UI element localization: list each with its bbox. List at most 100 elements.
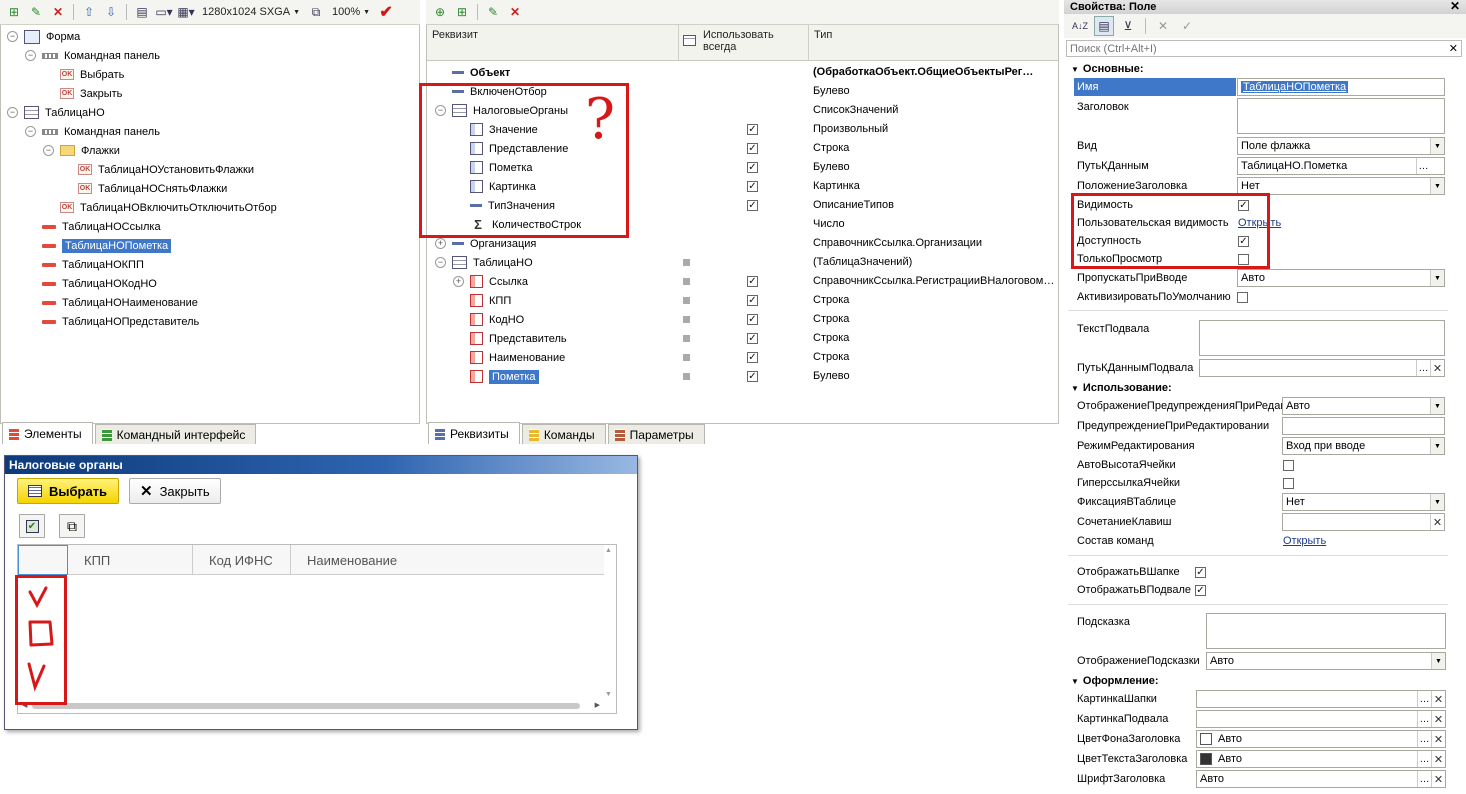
prop-link-commands[interactable]: Открыть — [1283, 535, 1326, 547]
attribute-row[interactable]: Σ КоличествоСтрок — [453, 215, 581, 234]
prop-input-empty[interactable]: … ✕ — [1199, 359, 1445, 377]
more-icon[interactable]: … — [1417, 771, 1431, 787]
tree-item[interactable]: OK ТаблицаНОУстановитьФлажки — [78, 160, 254, 179]
layout-icon[interactable]: ▦▾ — [176, 2, 196, 22]
prop-checkbox-visibility[interactable]: ✓ — [1238, 200, 1249, 211]
clear-icon[interactable]: ✕ — [1431, 691, 1445, 707]
prop-input-empty[interactable]: … ✕ — [1196, 690, 1446, 708]
prop-input-empty[interactable] — [1282, 417, 1445, 435]
prop-input-edit_mode[interactable]: Вход при вводе ▼ — [1282, 437, 1445, 455]
delete-icon[interactable]: ✕ — [48, 2, 68, 22]
scroll-down-icon[interactable]: ▼ — [605, 691, 612, 698]
tree-item[interactable]: ТаблицаНОПометка — [42, 236, 172, 255]
prop-input-title_position[interactable]: Нет ▼ — [1237, 177, 1445, 195]
clear-icon[interactable]: ✕ — [1430, 514, 1444, 530]
list-icon[interactable]: ▤ — [132, 2, 152, 22]
move-down-icon[interactable]: ⇩ — [101, 2, 121, 22]
close-icon[interactable]: ✕ — [1450, 0, 1460, 13]
add-icon[interactable]: ⊞ — [4, 2, 24, 22]
categorized-icon[interactable]: ▤ — [1094, 16, 1114, 36]
attribute-row[interactable]: Картинка — [453, 177, 536, 196]
collapse-icon[interactable]: − — [43, 145, 54, 156]
scroll-thumb[interactable] — [32, 703, 580, 709]
chevron-down-icon[interactable]: ▼ — [1430, 178, 1444, 194]
collapse-icon[interactable]: − — [7, 31, 18, 42]
expand-icon[interactable]: + — [435, 238, 446, 249]
col-header-type[interactable]: Тип — [809, 25, 1060, 61]
col-header-name[interactable]: Наименование — [291, 545, 604, 575]
tree-item[interactable]: ТаблицаНОНаименование — [42, 293, 198, 312]
attribute-row[interactable]: Наименование — [453, 348, 565, 367]
col-header-code[interactable]: Код ИФНС — [193, 545, 291, 575]
move-up-icon[interactable]: ⇧ — [79, 2, 99, 22]
use-always-checkbox[interactable]: ✓ — [747, 352, 758, 363]
check-icon[interactable]: ✔ — [376, 2, 396, 22]
scroll-right-icon[interactable]: ▶ — [595, 701, 600, 709]
section-main[interactable]: ▼ Основные: — [1068, 61, 1144, 77]
chevron-down-icon[interactable]: ▼ — [1430, 138, 1444, 154]
toggle-filter-button[interactable]: ⧉ — [59, 514, 85, 538]
prop-checkbox-availability[interactable]: ✓ — [1238, 236, 1249, 247]
properties-search-input[interactable] — [1067, 41, 1437, 56]
use-always-checkbox[interactable]: ✓ — [747, 295, 758, 306]
attribute-row[interactable]: КПП — [453, 291, 511, 310]
more-icon[interactable]: … — [1416, 158, 1430, 174]
copy-icon[interactable]: ⧉ — [306, 2, 326, 22]
attribute-row[interactable]: Значение — [453, 120, 538, 139]
add-attribute-icon[interactable]: ⊕ — [430, 2, 450, 22]
prop-checkbox-show_in_footer[interactable]: ✓ — [1195, 585, 1206, 596]
prop-checkbox-read_only[interactable] — [1238, 254, 1249, 265]
use-always-checkbox[interactable]: ✓ — [747, 181, 758, 192]
prop-input-tooltip_display[interactable]: Авто ▼ — [1206, 652, 1446, 670]
tab-command-interface[interactable]: Командный интерфейс — [94, 424, 257, 444]
tree-item[interactable]: − Флажки — [43, 141, 120, 160]
collapse-icon[interactable]: − — [435, 105, 446, 116]
attribute-row[interactable]: Объект — [435, 63, 510, 82]
clear-icon[interactable]: ✕ — [1431, 731, 1445, 747]
add-column-icon[interactable]: ⊞ — [452, 2, 472, 22]
zoom-dropdown[interactable]: 100% ▼ — [328, 6, 374, 18]
attribute-row[interactable]: Пометка — [453, 367, 539, 386]
prop-input-header-text-color[interactable]: Авто … ✕ — [1196, 750, 1446, 768]
use-always-checkbox[interactable]: ✓ — [747, 333, 758, 344]
prop-input-skip_on_input[interactable]: Авто ▼ — [1237, 269, 1445, 287]
tab-parameters[interactable]: Параметры — [607, 424, 705, 444]
horizontal-scrollbar[interactable]: ◀ ▶ — [18, 699, 604, 713]
more-icon[interactable]: … — [1417, 711, 1431, 727]
use-always-checkbox[interactable]: ✓ — [747, 314, 758, 325]
collapse-icon[interactable]: − — [7, 107, 18, 118]
attribute-row[interactable]: − НалоговыеОрганы — [435, 101, 568, 120]
tab-commands[interactable]: Команды — [521, 424, 606, 444]
clear-icon[interactable]: ✕ — [1431, 711, 1445, 727]
section-design[interactable]: ▼ Оформление: — [1068, 673, 1159, 689]
edit-icon[interactable]: ✎ — [26, 2, 46, 22]
chevron-down-icon[interactable]: ▼ — [1430, 494, 1444, 510]
attribute-row[interactable]: Представление — [453, 139, 568, 158]
more-icon[interactable]: … — [1417, 751, 1431, 767]
tree-item[interactable]: ТаблицаНОСсылка — [42, 217, 161, 236]
properties-search[interactable]: ✕ — [1066, 40, 1462, 57]
expand-icon[interactable]: + — [453, 276, 464, 287]
tree-item[interactable]: OK Закрыть — [60, 84, 122, 103]
delete-icon[interactable]: ✕ — [505, 2, 525, 22]
prop-input-data_path[interactable]: ТаблицаНО.Пометка… — [1237, 157, 1445, 175]
col-header-name[interactable]: Реквизит — [427, 25, 679, 61]
prop-checkbox-show_in_header[interactable]: ✓ — [1195, 567, 1206, 578]
col-header-kpp[interactable]: КПП — [68, 545, 193, 575]
use-always-checkbox[interactable]: ✓ — [747, 200, 758, 211]
prop-checkbox-cell_hyperlink[interactable] — [1283, 478, 1294, 489]
scroll-up-icon[interactable]: ▲ — [605, 547, 612, 554]
tab-attributes[interactable]: Реквизиты — [428, 422, 520, 444]
chevron-down-icon[interactable]: ▼ — [1430, 398, 1444, 414]
prop-input-empty[interactable] — [1237, 98, 1445, 134]
vertical-scrollbar[interactable]: ▲ ▼ — [602, 545, 616, 700]
tree-item[interactable]: OK ТаблицаНОВключитьОтключитьОтбор — [60, 198, 277, 217]
more-icon[interactable]: … — [1417, 731, 1431, 747]
chevron-down-icon[interactable]: ▼ — [1431, 653, 1445, 669]
tree-item[interactable]: ТаблицаНОКодНО — [42, 274, 157, 293]
clear-search-icon[interactable]: ✕ — [1449, 42, 1458, 55]
select-button[interactable]: Выбрать — [17, 478, 119, 504]
tree-item[interactable]: ТаблицаНОКПП — [42, 255, 144, 274]
prop-link-user_visibility[interactable]: Открыть — [1238, 217, 1281, 229]
attribute-row[interactable]: + Ссылка — [453, 272, 528, 291]
